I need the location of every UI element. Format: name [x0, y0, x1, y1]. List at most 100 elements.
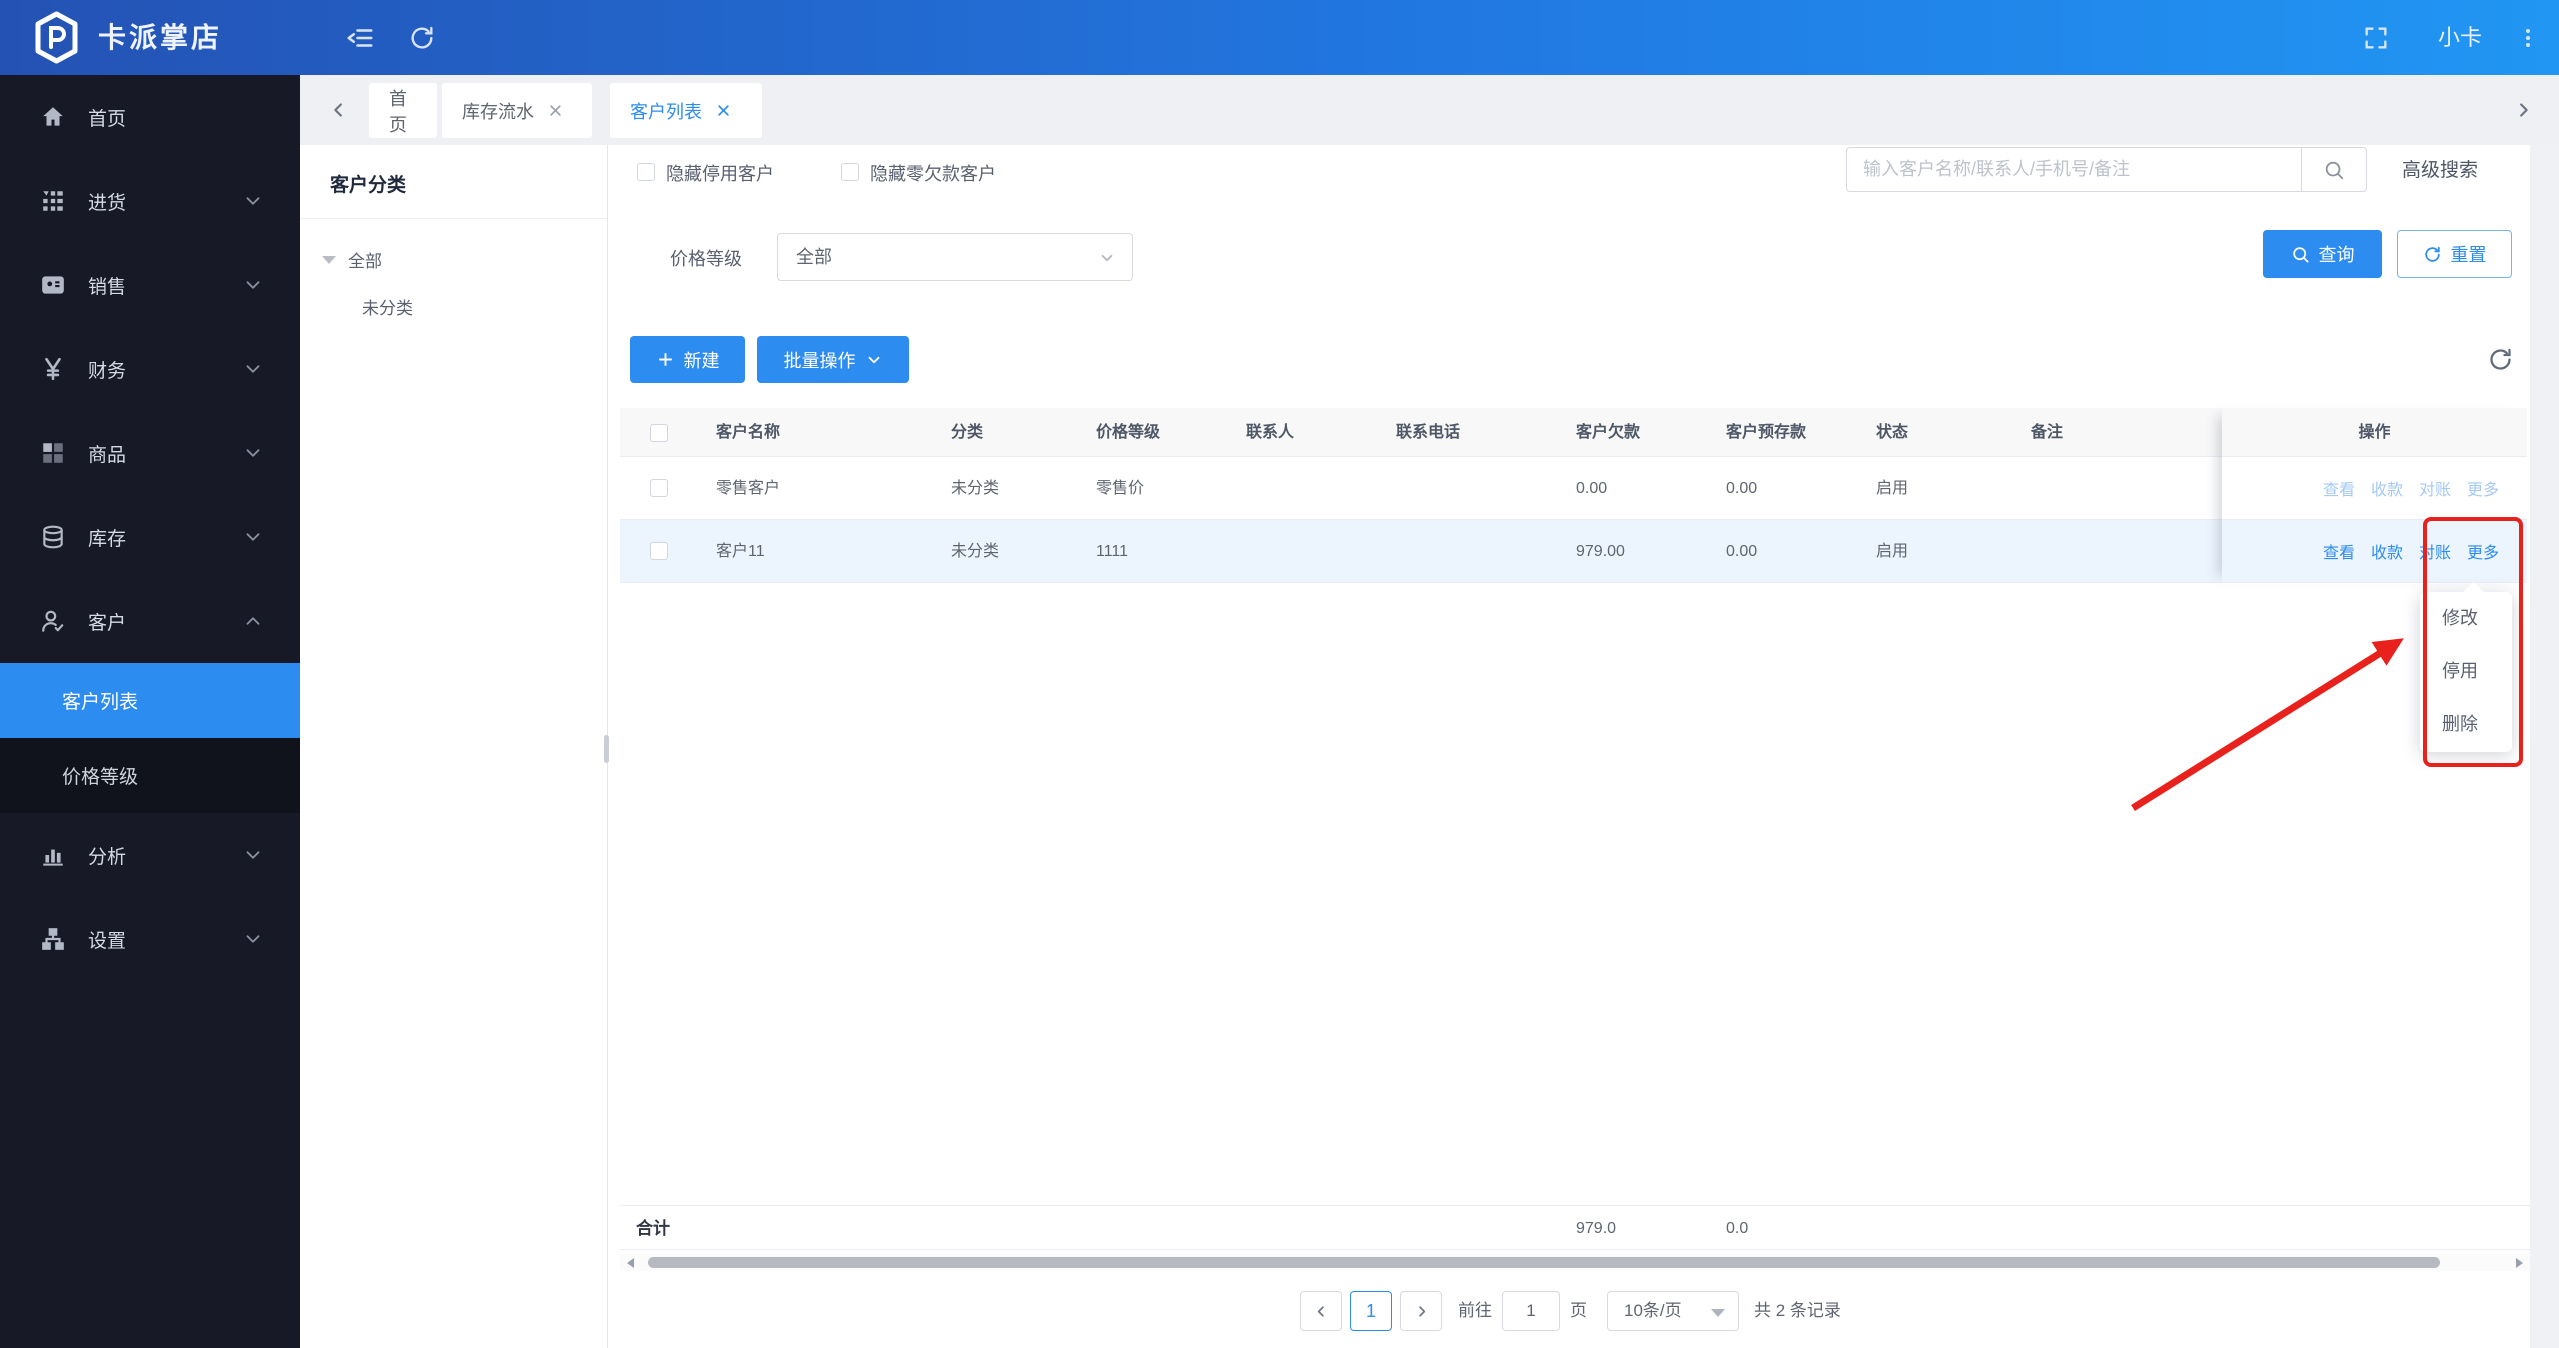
- summary-prepaid: 0.0: [1726, 1220, 1749, 1237]
- scroll-right-arrow-icon[interactable]: [2516, 1258, 2523, 1268]
- scroll-left-arrow-icon[interactable]: [627, 1258, 634, 1268]
- menu-collapse-icon[interactable]: [345, 0, 375, 75]
- sidebar-subitem-label: 价格等级: [62, 767, 139, 788]
- sidebar-item-analysis[interactable]: 分析: [0, 813, 300, 897]
- action-reconcile[interactable]: 对账: [2419, 476, 2451, 500]
- chevron-down-icon: [242, 928, 264, 950]
- price-level-value: 全部: [796, 247, 832, 267]
- sidebar-subitem-customer-list[interactable]: 客户列表: [0, 663, 300, 738]
- row-actions: 查看 收款 对账 更多: [2222, 457, 2527, 520]
- batch-actions-button[interactable]: 批量操作: [757, 336, 909, 383]
- sidebar-item-customer[interactable]: 客户: [0, 579, 300, 663]
- hide-zero-debt-checkbox[interactable]: [841, 163, 859, 181]
- vertical-scrollbar-gutter[interactable]: [2530, 145, 2559, 1348]
- cell-price-level: 零售价: [1096, 480, 1145, 497]
- sidebar-item-inventory[interactable]: 库存: [0, 495, 300, 579]
- inventory-database-icon: [43, 525, 63, 549]
- advanced-search-link[interactable]: 高级搜索: [2402, 155, 2478, 182]
- top-bar: 卡派掌店 小卡: [0, 0, 2559, 75]
- chevron-down-icon: [242, 526, 264, 548]
- hide-disabled-checkbox[interactable]: [637, 163, 655, 181]
- sidebar-item-label: 分析: [88, 846, 127, 868]
- sidebar-item-goods[interactable]: 商品: [0, 411, 300, 495]
- tree-caret-icon[interactable]: [322, 255, 336, 264]
- chevron-down-icon: [242, 358, 264, 380]
- page-size-select[interactable]: 10条/页: [1607, 1291, 1739, 1331]
- column-header: 备注: [2031, 424, 2064, 441]
- row-checkbox[interactable]: [650, 479, 668, 497]
- price-level-select[interactable]: 全部: [777, 233, 1133, 281]
- sidebar-item-label: 进货: [88, 192, 127, 214]
- reset-button-label: 重置: [2450, 245, 2487, 265]
- sidebar-item-finance[interactable]: 财务: [0, 327, 300, 411]
- close-icon[interactable]: [548, 103, 563, 118]
- new-button[interactable]: 新建: [630, 336, 745, 383]
- action-reconcile[interactable]: 对账: [2419, 539, 2451, 563]
- goto-page-input[interactable]: [1502, 1291, 1560, 1331]
- sidebar-subitem-price-level[interactable]: 价格等级: [0, 738, 300, 813]
- sidebar-item-purchase[interactable]: 进货: [0, 159, 300, 243]
- chevron-left-icon: [1317, 1305, 1324, 1317]
- dropdown-item-delete[interactable]: 删除: [2420, 698, 2512, 751]
- more-options-icon[interactable]: [2516, 0, 2540, 75]
- action-view[interactable]: 查看: [2323, 539, 2355, 563]
- tab-home[interactable]: 首页: [369, 83, 437, 138]
- tab-scroll-right-icon[interactable]: [2512, 75, 2534, 145]
- plus-icon: [658, 353, 672, 366]
- action-collect[interactable]: 收款: [2371, 539, 2403, 563]
- row-checkbox[interactable]: [650, 542, 668, 560]
- tree-node-uncategorized[interactable]: 未分类: [300, 272, 607, 319]
- select-all-checkbox[interactable]: [650, 424, 668, 442]
- sidebar-item-settings[interactable]: 设置: [0, 897, 300, 981]
- settings-sitemap-icon: [42, 928, 64, 950]
- table-row[interactable]: 客户11 未分类 1111 979.00 0.00 启用: [620, 520, 2222, 583]
- search-button[interactable]: [2301, 147, 2367, 192]
- query-button[interactable]: 查询: [2263, 230, 2382, 278]
- sidebar-item-label: 销售: [88, 276, 127, 298]
- panel-splitter-handle[interactable]: [604, 735, 609, 763]
- page-refresh-icon[interactable]: [408, 0, 436, 75]
- search-icon: [2325, 161, 2344, 179]
- row-actions: 查看 收款 对账 更多: [2222, 520, 2527, 583]
- hide-disabled-label[interactable]: 隐藏停用客户: [666, 160, 774, 186]
- dropdown-item-disable[interactable]: 停用: [2420, 645, 2512, 698]
- close-icon[interactable]: [716, 103, 731, 118]
- sidebar-item-sales[interactable]: 销售: [0, 243, 300, 327]
- action-collect[interactable]: 收款: [2371, 476, 2403, 500]
- action-view[interactable]: 查看: [2323, 476, 2355, 500]
- cell-category: 未分类: [951, 543, 1000, 560]
- hide-zero-debt-label[interactable]: 隐藏零欠款客户: [870, 160, 996, 186]
- tab-bar: 首页 库存流水 客户列表: [300, 75, 2559, 145]
- goods-icon: [43, 443, 63, 463]
- chevron-right-icon: [1418, 1305, 1425, 1317]
- table-summary-row: 合计 979.0 0.0: [620, 1205, 2530, 1250]
- table-refresh-icon[interactable]: [2487, 346, 2514, 373]
- pagination-page-1[interactable]: 1: [1350, 1291, 1392, 1331]
- summary-debt: 979.0: [1576, 1220, 1617, 1237]
- cell-debt: 0.00: [1576, 480, 1608, 497]
- sidebar-item-home[interactable]: 首页: [0, 75, 300, 159]
- user-menu[interactable]: 小卡: [2438, 0, 2482, 75]
- pagination-next-button[interactable]: [1400, 1291, 1442, 1331]
- horizontal-scrollbar[interactable]: [620, 1254, 2530, 1271]
- action-more[interactable]: 更多: [2467, 539, 2499, 563]
- action-more[interactable]: 更多: [2467, 476, 2499, 500]
- cell-customer-name: 客户11: [716, 543, 765, 560]
- dropdown-item-edit[interactable]: 修改: [2420, 592, 2512, 645]
- reset-button[interactable]: 重置: [2397, 230, 2512, 278]
- tab-scroll-left-icon[interactable]: [328, 75, 350, 145]
- column-header: 客户欠款: [1576, 424, 1641, 441]
- batch-actions-label: 批量操作: [783, 350, 856, 371]
- customer-search: [1846, 147, 2367, 192]
- table-row[interactable]: 零售客户 未分类 零售价 0.00 0.00 启用: [620, 457, 2222, 520]
- fullscreen-icon[interactable]: [2362, 0, 2390, 75]
- chevron-down-icon: [242, 442, 264, 464]
- horizontal-scrollbar-thumb[interactable]: [648, 1257, 2440, 1268]
- tab-inventory-flow[interactable]: 库存流水: [442, 83, 592, 138]
- tab-customer-list[interactable]: 客户列表: [610, 83, 762, 138]
- chevron-down-icon: [1098, 249, 1116, 267]
- tree-node-all[interactable]: 全部: [300, 219, 607, 272]
- search-input[interactable]: [1846, 147, 2301, 192]
- cell-status: 启用: [1876, 480, 1909, 497]
- pagination-prev-button[interactable]: [1300, 1291, 1342, 1331]
